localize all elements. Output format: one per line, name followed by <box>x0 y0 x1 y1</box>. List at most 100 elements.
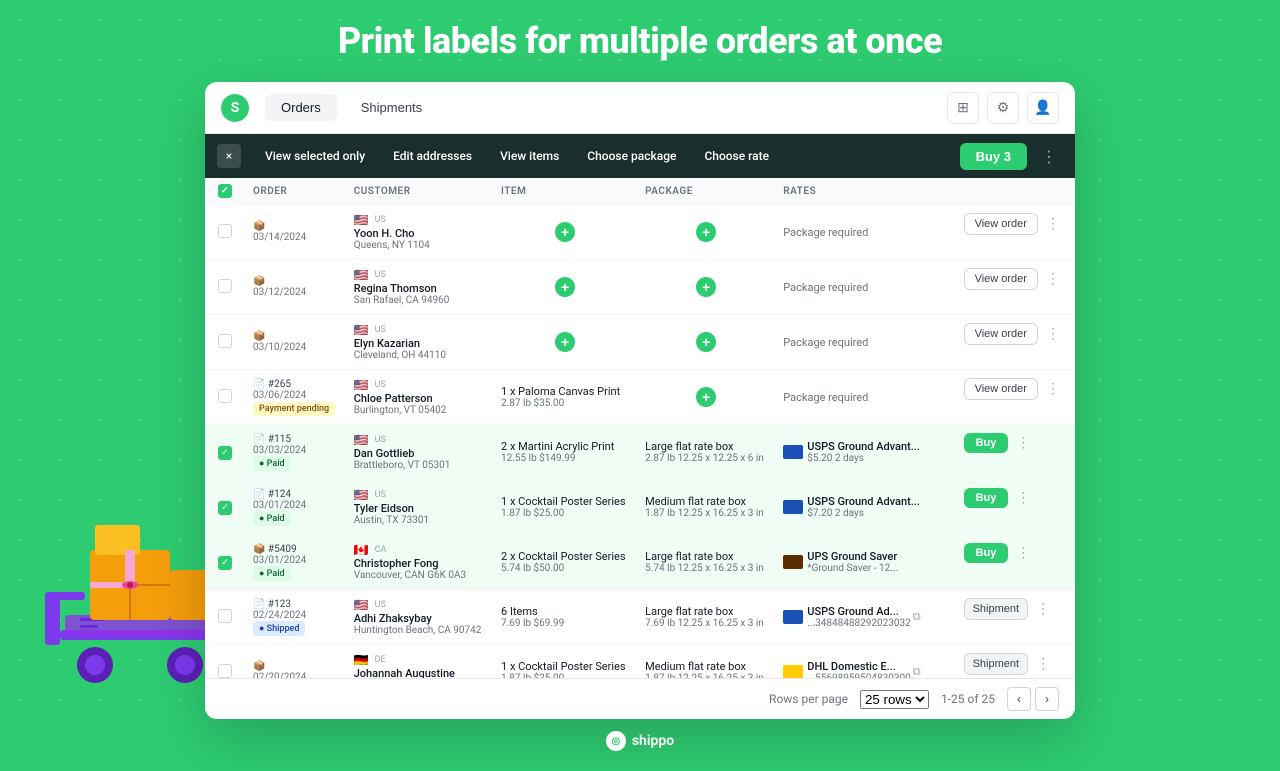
more-options-icon[interactable]: ⋮ <box>1035 142 1063 170</box>
package-dims: 1.87 lb 12.25 x 16.25 x 3 in <box>645 508 767 519</box>
row-checkbox[interactable] <box>218 279 232 293</box>
row-more-icon[interactable]: ⋮ <box>1012 435 1034 451</box>
buy-rate-button[interactable]: Buy <box>964 543 1009 563</box>
row-checkbox[interactable] <box>218 334 232 348</box>
row-checkbox[interactable] <box>218 389 232 403</box>
country-code: DE <box>375 655 386 665</box>
buy-button[interactable]: Buy 3 <box>960 143 1027 170</box>
country-code: US <box>375 490 386 500</box>
order-icon: 📦 <box>253 331 338 342</box>
item-name: 1 x Cocktail Poster Series <box>501 660 629 673</box>
row-more-icon[interactable]: ⋮ <box>1012 490 1034 506</box>
item-detail: 1.87 lb $25.00 <box>501 508 629 519</box>
edit-addresses-action[interactable]: Edit addresses <box>381 145 484 167</box>
view-selected-action[interactable]: View selected only <box>253 145 377 167</box>
item-name: 2 x Martini Acrylic Print <box>501 440 629 453</box>
add-package-button[interactable]: + <box>696 332 716 352</box>
row-more-icon[interactable]: ⋮ <box>1042 381 1064 397</box>
tab-shipments[interactable]: Shipments <box>345 94 438 121</box>
add-item-button[interactable]: + <box>555 277 575 297</box>
row-checkbox[interactable] <box>218 609 232 623</box>
country-flag: 🇺🇸 <box>354 323 369 337</box>
page-headline: Print labels for multiple orders at once <box>338 20 942 62</box>
shipment-button[interactable]: Shipment <box>964 598 1028 620</box>
next-page-button[interactable]: › <box>1035 687 1059 711</box>
table-row: ✓ 📄 #124 03/01/2024 ● Paid 🇺🇸 US Tyler E <box>205 480 1075 535</box>
view-order-button[interactable]: View order <box>964 378 1038 400</box>
rate-carrier: USPS Ground Ad... <box>807 605 910 618</box>
order-date: 03/01/2024 <box>253 555 338 566</box>
usps-icon <box>783 445 803 459</box>
top-nav: S Orders Shipments ⊞ ⚙ 👤 <box>205 82 1075 134</box>
pagination: ‹ › <box>1007 687 1059 711</box>
country-code: CA <box>375 545 387 555</box>
rate-carrier: USPS Ground Advant... <box>807 440 920 453</box>
rows-per-page-select[interactable]: 25 rows 50 rows <box>860 690 929 709</box>
customer-address: Queens, NY 1104 <box>354 240 485 251</box>
row-more-icon[interactable]: ⋮ <box>1042 271 1064 287</box>
row-more-icon[interactable]: ⋮ <box>1032 656 1054 672</box>
grid-icon[interactable]: ⊞ <box>947 92 979 124</box>
add-package-button[interactable]: + <box>696 222 716 242</box>
tab-orders[interactable]: Orders <box>265 94 337 121</box>
buy-rate-button[interactable]: Buy <box>964 433 1009 453</box>
customer-address: San Rafael, CA 94960 <box>354 295 485 306</box>
customer-name: Johannah Augustine <box>354 667 485 678</box>
row-more-icon[interactable]: ⋮ <box>1012 545 1034 561</box>
customer-address: Burlington, VT 05402 <box>354 405 485 416</box>
status-badge: ● Paid <box>253 456 291 471</box>
add-package-button[interactable]: + <box>696 277 716 297</box>
item-detail: 2.87 lb $35.00 <box>501 398 629 409</box>
choose-package-action[interactable]: Choose package <box>575 145 688 167</box>
row-more-icon[interactable]: ⋮ <box>1042 216 1064 232</box>
customer-address: Vancouver, CAN G6K 0A3 <box>354 570 485 581</box>
country-flag: 🇺🇸 <box>354 433 369 447</box>
usps-icon <box>783 610 803 624</box>
add-package-button[interactable]: + <box>696 387 716 407</box>
view-order-button[interactable]: View order <box>964 268 1038 290</box>
customer-name: Adhi Zhaksybay <box>354 612 485 625</box>
buy-rate-button[interactable]: Buy <box>964 488 1009 508</box>
settings-icon[interactable]: ⚙ <box>987 92 1019 124</box>
dhl-icon <box>783 665 803 678</box>
usps-icon <box>783 500 803 514</box>
customer-address: Brattleboro, VT 05301 <box>354 460 485 471</box>
add-item-button[interactable]: + <box>555 222 575 242</box>
row-checkbox[interactable]: ✓ <box>218 556 232 570</box>
item-name: 1 x Cocktail Poster Series <box>501 495 629 508</box>
package-name: Large flat rate box <box>645 605 767 618</box>
country-code: US <box>375 435 386 445</box>
view-items-action[interactable]: View items <box>488 145 571 167</box>
customer-name: Chloe Patterson <box>354 392 485 405</box>
package-name: Large flat rate box <box>645 550 767 563</box>
row-checkbox[interactable] <box>218 224 232 238</box>
customer-address: Austin, TX 73301 <box>354 515 485 526</box>
add-item-button[interactable]: + <box>555 332 575 352</box>
close-icon[interactable]: × <box>217 144 241 168</box>
shippo-branding: ◎ shippo <box>606 731 674 751</box>
table-row: 📦 02/20/2024 🇩🇪 DE Johannah Augustine Fr… <box>205 645 1075 679</box>
country-code: US <box>375 600 386 610</box>
row-checkbox[interactable]: ✓ <box>218 501 232 515</box>
copy-icon[interactable]: ⧉ <box>913 665 921 678</box>
order-number: 📦 #5409 <box>253 544 338 555</box>
row-more-icon[interactable]: ⋮ <box>1042 326 1064 342</box>
shipment-button[interactable]: Shipment <box>964 653 1028 675</box>
prev-page-button[interactable]: ‹ <box>1007 687 1031 711</box>
table-footer: Rows per page 25 rows 50 rows 1-25 of 25… <box>205 678 1075 719</box>
select-all-checkbox[interactable]: ✓ <box>218 184 232 198</box>
row-checkbox[interactable]: ✓ <box>218 446 232 460</box>
choose-rate-action[interactable]: Choose rate <box>692 145 781 167</box>
shippo-logo-icon: ◎ <box>606 731 626 751</box>
row-checkbox[interactable] <box>218 664 232 678</box>
customer-name: Regina Thomson <box>354 282 485 295</box>
item-name: 1 x Paloma Canvas Print <box>501 385 629 398</box>
view-order-button[interactable]: View order <box>964 213 1038 235</box>
copy-icon[interactable]: ⧉ <box>913 610 921 624</box>
status-badge: ● Shipped <box>253 621 305 636</box>
view-order-button[interactable]: View order <box>964 323 1038 345</box>
rows-per-page-label: Rows per page <box>769 692 848 706</box>
row-more-icon[interactable]: ⋮ <box>1032 601 1054 617</box>
user-icon[interactable]: 👤 <box>1027 92 1059 124</box>
customer-name: Yoon H. Cho <box>354 227 485 240</box>
